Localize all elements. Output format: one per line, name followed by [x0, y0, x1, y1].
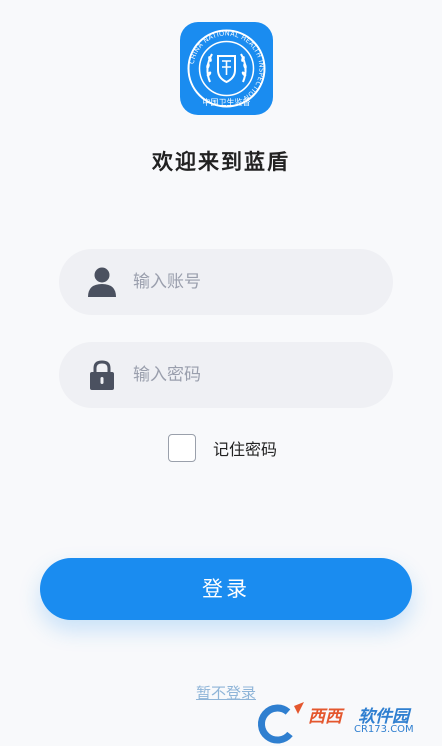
- login-button[interactable]: 登录: [40, 558, 412, 620]
- watermark: 西西 软件园 CR173.COM: [246, 700, 442, 746]
- watermark-text-red: 西西: [308, 707, 342, 727]
- watermark-url: CR173.COM: [354, 724, 414, 735]
- remember-password-checkbox[interactable]: [168, 434, 196, 462]
- account-input[interactable]: [133, 249, 373, 315]
- remember-password[interactable]: 记住密码: [168, 432, 277, 464]
- user-icon: [88, 267, 116, 297]
- remember-password-label: 记住密码: [213, 440, 278, 459]
- app-logo: CHINA NATIONAL HEALTH INSPECTION 中国卫生监督: [180, 22, 273, 115]
- password-input[interactable]: [133, 342, 373, 408]
- password-field[interactable]: [59, 342, 393, 408]
- account-field[interactable]: [59, 249, 393, 315]
- watermark-logo-icon: [257, 702, 304, 744]
- national-health-inspection-emblem-icon: CHINA NATIONAL HEALTH INSPECTION 中国卫生监督: [187, 29, 266, 108]
- lock-icon: [90, 360, 114, 390]
- welcome-title: 欢迎来到蓝盾: [152, 150, 290, 174]
- logo-bottom-text: 中国卫生监督: [203, 97, 251, 107]
